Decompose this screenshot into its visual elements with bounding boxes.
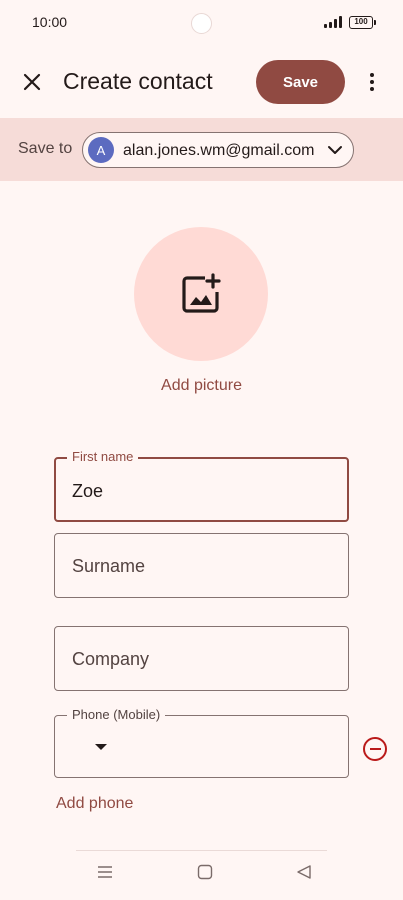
phone-type-dropdown[interactable] bbox=[95, 744, 107, 750]
status-icons: 100 bbox=[324, 15, 376, 29]
add-phone-link[interactable]: Add phone bbox=[56, 795, 133, 813]
recent-apps-button[interactable] bbox=[97, 864, 113, 885]
first-name-field[interactable]: First name Zoe bbox=[54, 449, 349, 522]
remove-phone-button[interactable] bbox=[363, 737, 387, 761]
close-button[interactable] bbox=[16, 66, 48, 98]
battery-level: 100 bbox=[354, 17, 368, 26]
add-picture-link[interactable]: Add picture bbox=[0, 377, 403, 395]
top-app-bar: Create contact Save bbox=[0, 56, 403, 108]
phone-label: Phone (Mobile) bbox=[67, 707, 166, 723]
back-triangle-icon bbox=[297, 865, 311, 879]
account-selector[interactable]: A alan.jones.wm@gmail.com bbox=[82, 132, 354, 168]
nav-divider bbox=[76, 850, 327, 851]
back-button[interactable] bbox=[296, 864, 312, 885]
save-to-label: Save to bbox=[18, 140, 73, 157]
add-photo-icon bbox=[182, 273, 221, 313]
page-title: Create contact bbox=[63, 68, 213, 94]
surname-field[interactable]: Surname bbox=[54, 533, 349, 598]
account-email: alan.jones.wm@gmail.com bbox=[123, 142, 315, 159]
chevron-down-icon bbox=[328, 146, 342, 154]
battery-icon: 100 bbox=[349, 15, 376, 29]
first-name-value: Zoe bbox=[72, 481, 104, 501]
phone-field[interactable]: Phone (Mobile) bbox=[54, 707, 349, 778]
signal-bars-icon bbox=[324, 16, 342, 28]
surname-placeholder: Surname bbox=[72, 556, 146, 576]
camera-cutout bbox=[191, 13, 212, 34]
more-vertical-icon bbox=[370, 73, 374, 77]
home-button[interactable] bbox=[197, 864, 213, 885]
more-options-button[interactable] bbox=[358, 66, 386, 98]
remove-circle-icon bbox=[369, 748, 381, 750]
avatar: A bbox=[88, 137, 114, 163]
add-picture-button[interactable] bbox=[134, 227, 268, 361]
status-time: 10:00 bbox=[32, 14, 68, 30]
company-placeholder: Company bbox=[72, 649, 150, 669]
menu-icon bbox=[98, 866, 112, 878]
home-square-icon bbox=[197, 864, 213, 880]
company-field[interactable]: Company bbox=[54, 626, 349, 691]
save-button[interactable]: Save bbox=[256, 60, 345, 104]
first-name-label: First name bbox=[67, 449, 139, 465]
close-icon bbox=[23, 73, 41, 91]
